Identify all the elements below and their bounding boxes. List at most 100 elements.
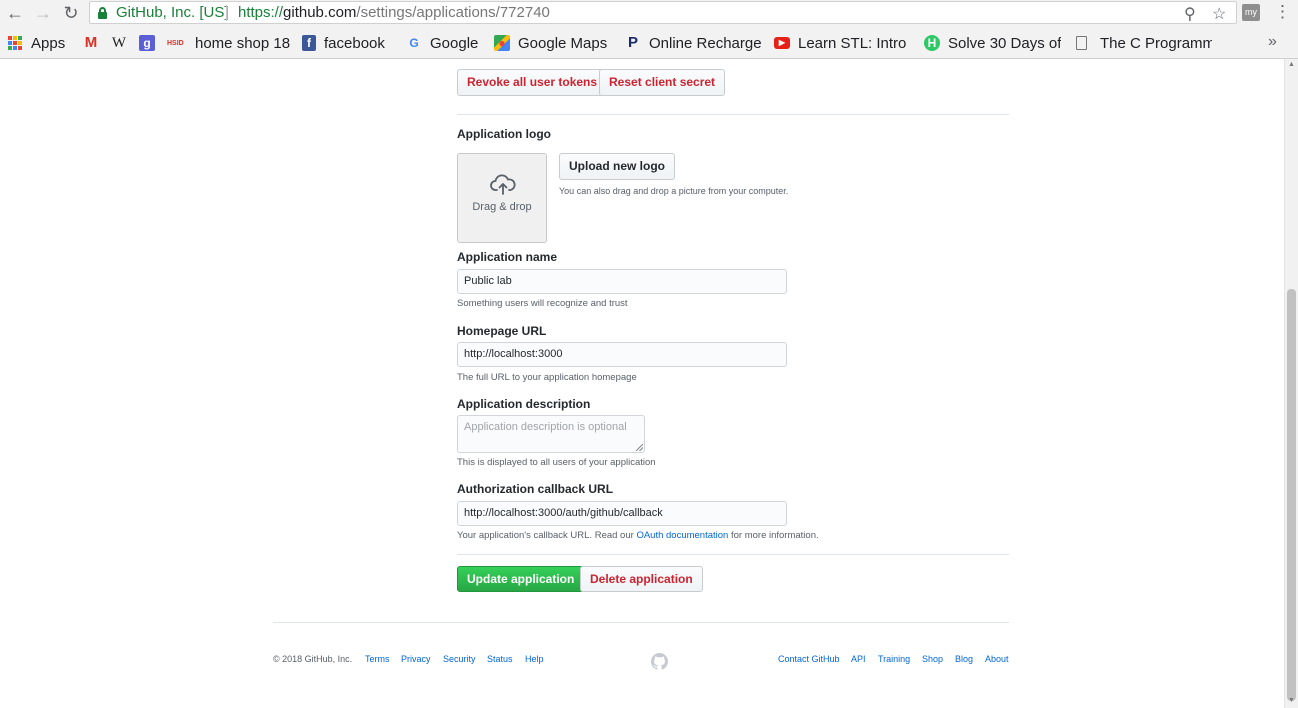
bookmark-gmail[interactable]: M: [83, 33, 107, 53]
extension-icon[interactable]: my: [1242, 4, 1260, 21]
github-octocat-icon[interactable]: [651, 653, 668, 670]
url-host: github.com: [283, 4, 357, 21]
paytm-icon: P: [627, 34, 638, 51]
google-plus-icon: g: [139, 35, 155, 51]
callback-label: Authorization callback URL: [457, 482, 614, 496]
footer-link-status[interactable]: Status: [487, 654, 513, 664]
footer-link-blog[interactable]: Blog: [955, 654, 973, 664]
wikipedia-icon: W: [111, 35, 127, 51]
hackerrank-icon: H: [924, 35, 940, 51]
resize-grip-icon[interactable]: [636, 444, 643, 451]
bookmark-hackerrank[interactable]: H Solve 30 Days of: [924, 33, 1061, 53]
bookmark-facebook[interactable]: f facebook: [302, 33, 385, 53]
footer-copyright: © 2018 GitHub, Inc.: [273, 654, 353, 664]
gmail-icon: M: [84, 34, 98, 51]
omnibox-divider: [226, 5, 227, 21]
bookmark-homeshop18[interactable]: home shop 18: [195, 33, 290, 53]
delete-application-button[interactable]: Delete application: [580, 566, 703, 592]
site-identity[interactable]: GitHub, Inc. [US]: [116, 4, 229, 21]
settings-page: Revoke all user tokens Reset client secr…: [0, 59, 1284, 708]
drop-text: Drag & drop: [472, 201, 532, 213]
document-icon: [1076, 36, 1087, 50]
app-name-label: Application name: [457, 250, 558, 264]
description-placeholder: Application description is optional: [464, 421, 627, 433]
bookmark-label: Learn STL: Intro: [798, 34, 907, 52]
homepage-input[interactable]: http://localhost:3000: [457, 342, 787, 367]
back-arrow-icon[interactable]: ←: [4, 2, 26, 24]
footer-link-contact[interactable]: Contact GitHub: [778, 654, 840, 664]
url-path: /settings/applications/772740: [356, 4, 550, 21]
bookmark-label: Google Maps: [518, 34, 608, 52]
bookmark-label: Google: [430, 34, 479, 52]
bookmark-label: Apps: [31, 34, 66, 52]
footer-divider: [273, 622, 1009, 623]
apps-grid-icon: [8, 36, 22, 50]
homepage-hint: The full URL to your application homepag…: [457, 372, 637, 383]
footer-link-terms[interactable]: Terms: [365, 654, 390, 664]
callback-hint-prefix: Your application's callback URL. Read ou…: [457, 530, 634, 541]
bookmark-c-programming[interactable]: The C Programming: [1074, 33, 1212, 53]
reload-icon[interactable]: ↻: [60, 2, 82, 24]
app-name-hint: Something users will recognize and trust: [457, 298, 628, 309]
logo-drop-zone[interactable]: Drag & drop: [457, 153, 547, 243]
bookmark-google[interactable]: G Google: [406, 33, 478, 53]
lock-icon: [98, 7, 107, 19]
bookmark-star-icon[interactable]: ☆: [1212, 4, 1226, 24]
bookmark-label: Online Recharge: [649, 34, 762, 52]
footer-link-security[interactable]: Security: [443, 654, 476, 664]
footer-link-shop[interactable]: Shop: [922, 654, 943, 664]
callback-hint: Your application's callback URL. Read ou…: [457, 530, 819, 541]
reset-secret-button[interactable]: Reset client secret: [599, 69, 726, 96]
footer-link-about[interactable]: About: [985, 654, 1009, 664]
homepage-label: Homepage URL: [457, 324, 547, 338]
cloud-upload-icon: [490, 174, 516, 195]
url-scheme: https://: [238, 4, 284, 21]
bookmarks-overflow-icon[interactable]: »: [1268, 33, 1277, 51]
callback-hint-suffix: for more information.: [730, 530, 819, 541]
bookmarks-bar: Apps M W g HSID home shop 18 f facebook G…: [0, 31, 1298, 55]
google-maps-icon: ●: [494, 35, 510, 51]
callback-input[interactable]: http://localhost:3000/auth/github/callba…: [457, 501, 787, 526]
bookmark-online-recharge[interactable]: P Online Recharge: [625, 33, 762, 53]
youtube-icon: ▶: [774, 37, 790, 49]
form-divider: [457, 554, 1009, 555]
footer-link-training[interactable]: Training: [878, 654, 910, 664]
hsid-icon: HSID: [167, 40, 184, 47]
footer-link-privacy[interactable]: Privacy: [401, 654, 431, 664]
bookmark-label: home shop 18: [195, 34, 291, 52]
page-scrollbar[interactable]: ▲ ▼: [1284, 59, 1298, 708]
bookmark-label: facebook: [324, 34, 385, 52]
address-bar[interactable]: GitHub, Inc. [US] https://github.com/set…: [89, 1, 1237, 24]
bookmark-wikipedia[interactable]: W: [111, 33, 135, 53]
upload-hint: You can also drag and drop a picture fro…: [559, 186, 789, 196]
section-divider: [457, 114, 1009, 115]
update-application-button[interactable]: Update application: [457, 566, 585, 592]
google-icon: G: [409, 36, 419, 50]
revoke-tokens-button[interactable]: Revoke all user tokens: [457, 69, 608, 96]
oauth-docs-link[interactable]: OAuth documentation: [636, 530, 728, 541]
scrollbar-thumb[interactable]: [1287, 289, 1296, 701]
scroll-down-icon[interactable]: ▼: [1288, 697, 1295, 704]
bookmark-apps[interactable]: Apps: [8, 33, 65, 53]
zoom-icon[interactable]: ⚲: [1184, 4, 1196, 24]
bookmark-google-plus[interactable]: g: [139, 33, 163, 53]
description-label: Application description: [457, 397, 591, 411]
forward-arrow-icon[interactable]: →: [32, 2, 54, 24]
bookmark-learn-stl[interactable]: ▶ Learn STL: Intro: [774, 33, 911, 53]
url-text[interactable]: https://github.com/settings/applications…: [238, 4, 550, 21]
logo-label: Application logo: [457, 127, 551, 141]
browser-menu-icon[interactable]: ⋮: [1274, 2, 1291, 22]
bookmark-label: Solve 30 Days of: [948, 34, 1061, 52]
facebook-icon: f: [302, 35, 316, 51]
footer-link-api[interactable]: API: [851, 654, 866, 664]
description-textarea[interactable]: Application description is optional: [457, 415, 645, 453]
browser-chrome: ← → ↻ GitHub, Inc. [US] https://github.c…: [0, 0, 1298, 59]
footer-link-help[interactable]: Help: [525, 654, 544, 664]
description-hint: This is displayed to all users of your a…: [457, 457, 656, 468]
upload-logo-button[interactable]: Upload new logo: [559, 153, 675, 180]
app-name-input[interactable]: Public lab: [457, 269, 787, 294]
scroll-up-icon[interactable]: ▲: [1288, 61, 1295, 68]
bookmark-label: The C Programming: [1100, 34, 1212, 52]
bookmark-hsid[interactable]: HSID: [167, 33, 191, 53]
bookmark-google-maps[interactable]: ● Google Maps: [494, 33, 607, 53]
